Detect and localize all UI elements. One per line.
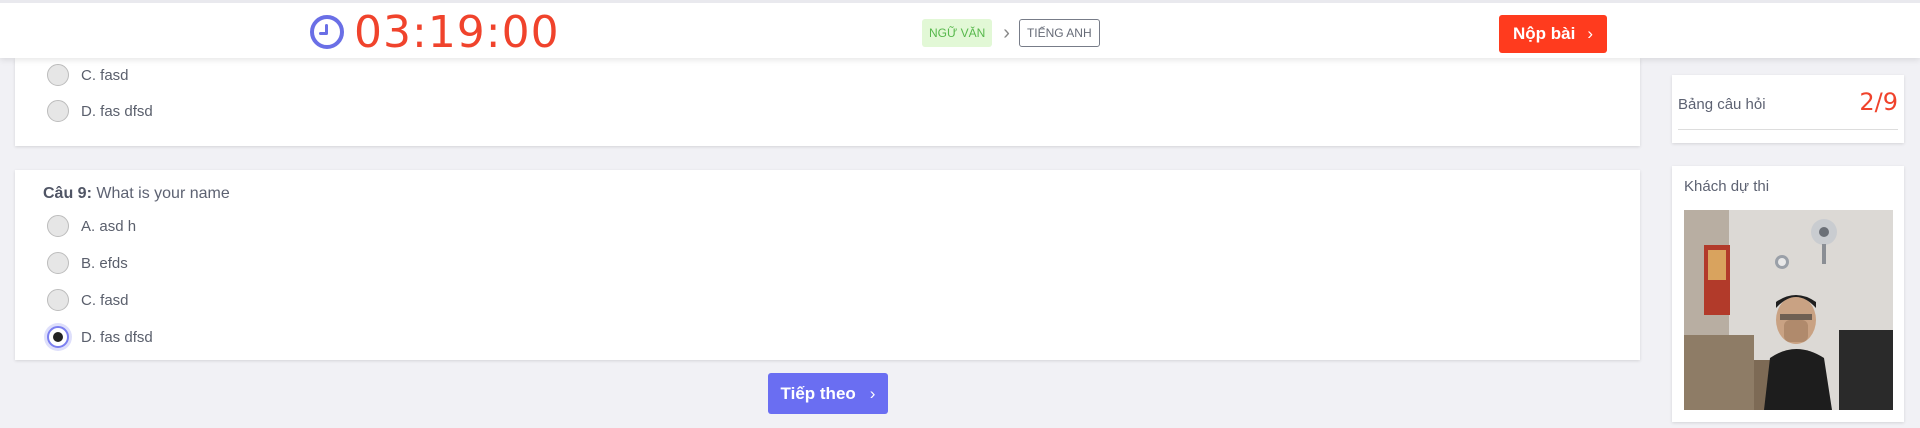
question-board[interactable]: Bảng câu hỏi 2/9 <box>1672 75 1904 143</box>
divider <box>1678 129 1898 130</box>
option-text: efds <box>99 254 128 272</box>
next-label: Tiếp theo <box>780 383 856 403</box>
option-letter: B. <box>81 254 96 272</box>
option-c[interactable]: C. fasd <box>47 64 129 86</box>
option-text: fas dfsd <box>100 328 153 346</box>
subject-tab-ngu-van[interactable]: NGỮ VĂN <box>922 19 993 47</box>
option-b[interactable]: B. efds <box>47 252 128 274</box>
option-text: asd h <box>99 217 137 235</box>
timer-value: 03:19:00 <box>354 6 560 58</box>
option-letter: C. <box>81 66 96 84</box>
option-d[interactable]: D. fas dfsd <box>47 326 153 348</box>
option-a[interactable]: A. asd h <box>47 215 136 237</box>
next-button[interactable]: Tiếp theo › <box>768 373 888 414</box>
clock-icon <box>310 15 344 49</box>
subject-tab-tieng-anh[interactable]: TIẾNG ANH <box>1018 19 1100 47</box>
top-bar: 03:19:00 NGỮ VĂN › TIẾNG ANH Nộp bài › <box>0 0 1920 58</box>
radio-button[interactable] <box>47 215 69 237</box>
question-text: What is your name <box>96 185 230 202</box>
option-letter: D. <box>81 328 96 346</box>
option-text: fasd <box>100 66 129 84</box>
option-letter: D. <box>81 102 96 120</box>
question-card: Câu 9: What is your name A. asd h B. efd… <box>15 170 1640 360</box>
option-letter: A. <box>81 217 96 235</box>
submit-button[interactable]: Nộp bài › <box>1499 15 1607 53</box>
option-text: fas dfsd <box>100 102 153 120</box>
submit-label: Nộp bài <box>1512 24 1576 43</box>
radio-button[interactable] <box>47 64 69 86</box>
chevron-right-icon: › <box>869 383 876 403</box>
option-d[interactable]: D. fas dfsd <box>47 100 153 122</box>
radio-button[interactable] <box>47 252 69 274</box>
guest-label: Khách dự thi <box>1684 178 1770 195</box>
question-title: Câu 9: What is your name <box>43 185 230 203</box>
question-card-previous: C. fasd D. fas dfsd <box>15 58 1640 146</box>
radio-button[interactable] <box>47 289 69 311</box>
question-count: 2/9 <box>1859 88 1898 116</box>
option-c[interactable]: C. fasd <box>47 289 129 311</box>
question-board-label: Bảng câu hỏi <box>1678 96 1766 113</box>
guest-panel: Khách dự thi <box>1672 166 1904 422</box>
subject-breadcrumb: NGỮ VĂN › TIẾNG ANH <box>922 19 1100 47</box>
option-text: fasd <box>100 291 129 309</box>
webcam-image <box>1684 210 1893 410</box>
question-number: Câu 9: <box>43 185 92 202</box>
option-letter: C. <box>81 291 96 309</box>
chevron-right-icon: › <box>1587 24 1593 43</box>
radio-button[interactable] <box>47 100 69 122</box>
chevron-right-icon: › <box>1003 21 1010 44</box>
radio-button-selected[interactable] <box>47 326 69 348</box>
exam-timer: 03:19:00 <box>310 6 560 58</box>
